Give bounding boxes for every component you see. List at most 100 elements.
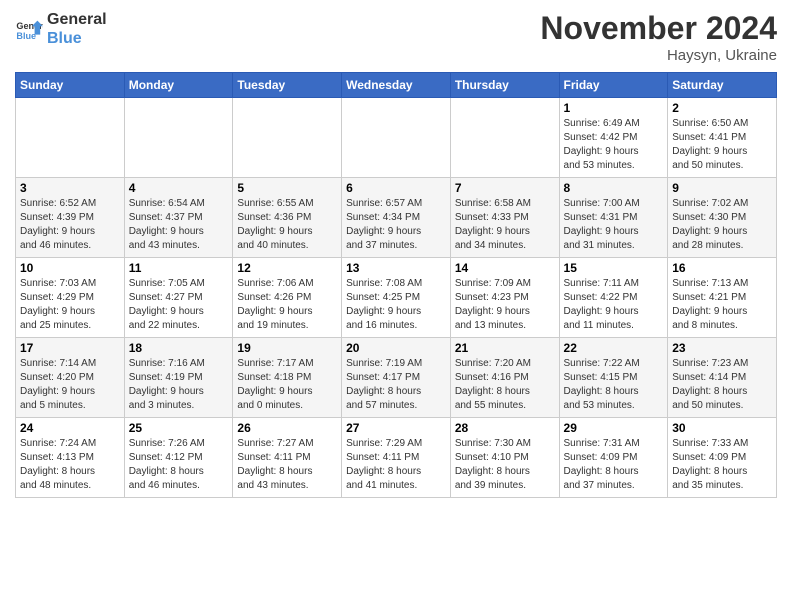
calendar-cell <box>124 98 233 178</box>
calendar-cell: 16 Sunrise: 7:13 AM Sunset: 4:21 PM Dayli… <box>668 258 777 338</box>
calendar-cell: 1 Sunrise: 6:49 AM Sunset: 4:42 PM Daylig… <box>559 98 668 178</box>
day-info: Sunrise: 6:52 AM Sunset: 4:39 PM Dayligh… <box>20 198 96 251</box>
day-number: 6 <box>346 181 446 195</box>
calendar-cell: 11Sunrise: 7:05 AM Sunset: 4:27 PM Dayli… <box>124 258 233 338</box>
day-info: Sunrise: 7:00 AM Sunset: 4:31 PM Dayligh… <box>564 198 640 251</box>
day-info: Sunrise: 7:19 AM Sunset: 4:17 PM Dayligh… <box>346 358 422 411</box>
day-info: Sunrise: 7:13 AM Sunset: 4:21 PM Dayligh… <box>672 278 748 331</box>
day-info: Sunrise: 7:11 AM Sunset: 4:22 PM Dayligh… <box>564 278 639 331</box>
day-info: Sunrise: 7:24 AM Sunset: 4:13 PM Dayligh… <box>20 438 96 491</box>
weekday-header-thursday: Thursday <box>450 73 559 98</box>
day-info: Sunrise: 7:29 AM Sunset: 4:11 PM Dayligh… <box>346 438 422 491</box>
calendar-cell: 9 Sunrise: 7:02 AM Sunset: 4:30 PM Daylig… <box>668 178 777 258</box>
calendar-cell: 30 Sunrise: 7:33 AM Sunset: 4:09 PM Dayli… <box>668 418 777 498</box>
day-number: 27 <box>346 421 446 435</box>
day-info: Sunrise: 7:02 AM Sunset: 4:30 PM Dayligh… <box>672 198 748 251</box>
weekday-header-tuesday: Tuesday <box>233 73 342 98</box>
day-number: 1 <box>564 101 664 115</box>
calendar-cell: 19Sunrise: 7:17 AM Sunset: 4:18 PM Dayli… <box>233 338 342 418</box>
day-info: Sunrise: 6:50 AM Sunset: 4:41 PM Dayligh… <box>672 118 748 171</box>
day-info: Sunrise: 7:33 AM Sunset: 4:09 PM Dayligh… <box>672 438 748 491</box>
day-number: 17 <box>20 341 120 355</box>
title-block: November 2024 Haysyn, Ukraine <box>540 10 777 64</box>
weekday-header-monday: Monday <box>124 73 233 98</box>
calendar-cell: 12 Sunrise: 7:06 AM Sunset: 4:26 PM Dayli… <box>233 258 342 338</box>
calendar-cell: 2 Sunrise: 6:50 AM Sunset: 4:41 PM Daylig… <box>668 98 777 178</box>
day-info: Sunrise: 7:23 AM Sunset: 4:14 PM Dayligh… <box>672 358 748 411</box>
day-info: Sunrise: 7:16 AM Sunset: 4:19 PM Dayligh… <box>129 358 205 411</box>
day-info: Sunrise: 7:08 AM Sunset: 4:25 PM Dayligh… <box>346 278 422 331</box>
calendar-cell: 18 Sunrise: 7:16 AM Sunset: 4:19 PM Dayli… <box>124 338 233 418</box>
calendar-cell: 20 Sunrise: 7:19 AM Sunset: 4:17 PM Dayli… <box>342 338 451 418</box>
day-number: 12 <box>237 261 337 275</box>
day-number: 4 <box>129 181 229 195</box>
calendar-cell: 22 Sunrise: 7:22 AM Sunset: 4:15 PM Dayli… <box>559 338 668 418</box>
day-info: Sunrise: 7:26 AM Sunset: 4:12 PM Dayligh… <box>129 438 205 491</box>
day-number: 16 <box>672 261 772 275</box>
logo-text-blue: Blue <box>47 29 107 48</box>
day-number: 18 <box>129 341 229 355</box>
day-number: 21 <box>455 341 555 355</box>
day-info: Sunrise: 6:54 AM Sunset: 4:37 PM Dayligh… <box>129 198 205 251</box>
day-number: 8 <box>564 181 664 195</box>
calendar-cell <box>450 98 559 178</box>
day-number: 20 <box>346 341 446 355</box>
weekday-header-row: SundayMondayTuesdayWednesdayThursdayFrid… <box>16 73 777 98</box>
day-info: Sunrise: 6:55 AM Sunset: 4:36 PM Dayligh… <box>237 198 313 251</box>
day-info: Sunrise: 6:49 AM Sunset: 4:42 PM Dayligh… <box>564 118 640 171</box>
logo-icon: General Blue <box>15 15 43 43</box>
day-info: Sunrise: 7:17 AM Sunset: 4:18 PM Dayligh… <box>237 358 313 411</box>
day-number: 25 <box>129 421 229 435</box>
calendar-week-1: 1 Sunrise: 6:49 AM Sunset: 4:42 PM Daylig… <box>16 98 777 178</box>
calendar-cell: 28 Sunrise: 7:30 AM Sunset: 4:10 PM Dayli… <box>450 418 559 498</box>
weekday-header-wednesday: Wednesday <box>342 73 451 98</box>
logo: General Blue General Blue <box>15 10 107 48</box>
day-info: Sunrise: 7:20 AM Sunset: 4:16 PM Dayligh… <box>455 358 531 411</box>
calendar-cell: 21 Sunrise: 7:20 AM Sunset: 4:16 PM Dayli… <box>450 338 559 418</box>
calendar-cell: 6 Sunrise: 6:57 AM Sunset: 4:34 PM Daylig… <box>342 178 451 258</box>
day-number: 10 <box>20 261 120 275</box>
day-number: 9 <box>672 181 772 195</box>
day-info: Sunrise: 7:30 AM Sunset: 4:10 PM Dayligh… <box>455 438 531 491</box>
calendar-week-2: 3 Sunrise: 6:52 AM Sunset: 4:39 PM Daylig… <box>16 178 777 258</box>
calendar-cell: 4 Sunrise: 6:54 AM Sunset: 4:37 PM Daylig… <box>124 178 233 258</box>
day-number: 2 <box>672 101 772 115</box>
location: Haysyn, Ukraine <box>540 47 777 64</box>
day-number: 26 <box>237 421 337 435</box>
page-header: General Blue General Blue November 2024 … <box>15 10 777 64</box>
day-number: 30 <box>672 421 772 435</box>
calendar-week-4: 17Sunrise: 7:14 AM Sunset: 4:20 PM Dayli… <box>16 338 777 418</box>
calendar-cell: 13 Sunrise: 7:08 AM Sunset: 4:25 PM Dayli… <box>342 258 451 338</box>
calendar-cell: 29Sunrise: 7:31 AM Sunset: 4:09 PM Dayli… <box>559 418 668 498</box>
calendar-cell: 17Sunrise: 7:14 AM Sunset: 4:20 PM Dayli… <box>16 338 125 418</box>
day-info: Sunrise: 7:27 AM Sunset: 4:11 PM Dayligh… <box>237 438 313 491</box>
calendar-cell: 3 Sunrise: 6:52 AM Sunset: 4:39 PM Daylig… <box>16 178 125 258</box>
calendar-cell: 10Sunrise: 7:03 AM Sunset: 4:29 PM Dayli… <box>16 258 125 338</box>
calendar-cell: 5 Sunrise: 6:55 AM Sunset: 4:36 PM Daylig… <box>233 178 342 258</box>
day-info: Sunrise: 6:58 AM Sunset: 4:33 PM Dayligh… <box>455 198 531 251</box>
calendar-week-5: 24 Sunrise: 7:24 AM Sunset: 4:13 PM Dayli… <box>16 418 777 498</box>
calendar-cell: 14Sunrise: 7:09 AM Sunset: 4:23 PM Dayli… <box>450 258 559 338</box>
day-number: 28 <box>455 421 555 435</box>
calendar-cell: 15 Sunrise: 7:11 AM Sunset: 4:22 PM Dayli… <box>559 258 668 338</box>
day-number: 22 <box>564 341 664 355</box>
calendar-cell: 24 Sunrise: 7:24 AM Sunset: 4:13 PM Dayli… <box>16 418 125 498</box>
day-number: 3 <box>20 181 120 195</box>
calendar-cell: 26 Sunrise: 7:27 AM Sunset: 4:11 PM Dayli… <box>233 418 342 498</box>
day-number: 13 <box>346 261 446 275</box>
svg-text:Blue: Blue <box>16 31 36 41</box>
calendar-cell <box>16 98 125 178</box>
calendar-cell <box>233 98 342 178</box>
weekday-header-sunday: Sunday <box>16 73 125 98</box>
day-number: 15 <box>564 261 664 275</box>
day-info: Sunrise: 7:22 AM Sunset: 4:15 PM Dayligh… <box>564 358 640 411</box>
calendar-cell: 7 Sunrise: 6:58 AM Sunset: 4:33 PM Daylig… <box>450 178 559 258</box>
day-number: 5 <box>237 181 337 195</box>
day-info: Sunrise: 7:06 AM Sunset: 4:26 PM Dayligh… <box>237 278 313 331</box>
day-number: 7 <box>455 181 555 195</box>
month-title: November 2024 <box>540 10 777 47</box>
day-number: 24 <box>20 421 120 435</box>
day-info: Sunrise: 6:57 AM Sunset: 4:34 PM Dayligh… <box>346 198 422 251</box>
day-number: 14 <box>455 261 555 275</box>
calendar-cell: 23Sunrise: 7:23 AM Sunset: 4:14 PM Dayli… <box>668 338 777 418</box>
